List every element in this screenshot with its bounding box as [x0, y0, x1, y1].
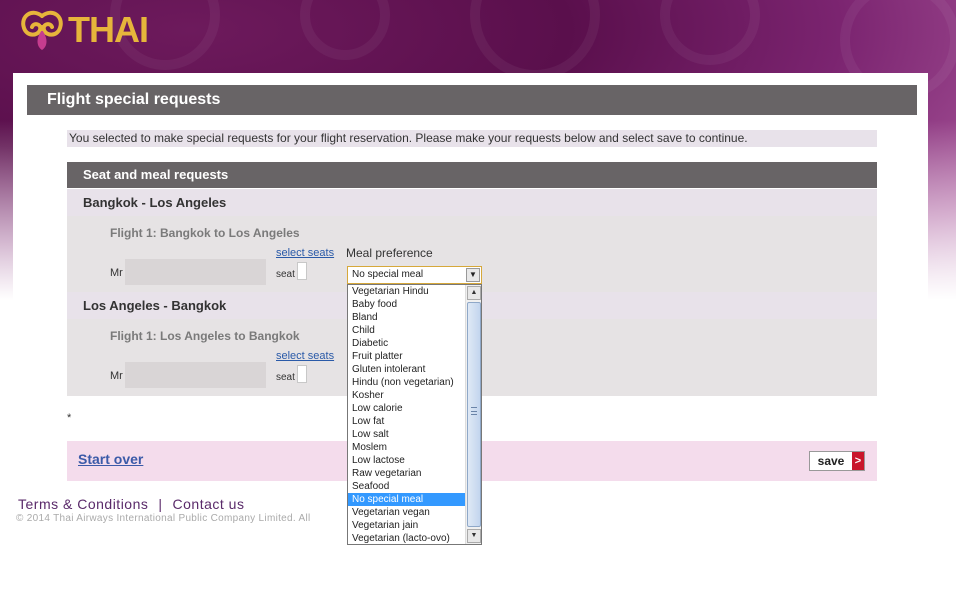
meal-option[interactable]: Low salt [348, 428, 466, 441]
thai-orchid-logo-icon [21, 10, 63, 50]
flight-name: Flight 1: Bangkok to Los Angeles [110, 226, 300, 240]
meal-option[interactable]: Child [348, 324, 466, 337]
meal-option[interactable]: Hindu (non vegetarian) [348, 376, 466, 389]
grip-icon [471, 407, 477, 415]
meal-option[interactable]: Diabetic [348, 337, 466, 350]
meal-options-list[interactable]: Vegetarian Hindu Baby food Bland Child Diabe… [347, 284, 482, 545]
flight-name: Flight 1: Los Angeles to Bangkok [110, 329, 300, 343]
passenger-name-redacted [125, 362, 266, 388]
contact-link[interactable]: Contact us [173, 496, 245, 512]
meal-preference-select[interactable]: No special meal ▼ [347, 266, 482, 284]
section-header: Seat and meal requests [67, 162, 877, 188]
meal-select-value: No special meal [352, 269, 424, 280]
passenger-name-redacted [125, 259, 266, 285]
start-over-link[interactable]: Start over [78, 451, 143, 467]
meal-options: Vegetarian Hindu Baby food Bland Child Diabe… [348, 285, 466, 545]
meal-preference-label: Meal preference [346, 246, 433, 260]
meal-option[interactable]: Vegetarian jain [348, 519, 466, 532]
passenger-title: Mr [110, 267, 123, 279]
seat-label: seat [276, 269, 295, 280]
meal-option[interactable]: Baby food [348, 298, 466, 311]
meal-option[interactable]: Bland [348, 311, 466, 324]
footer-links: Terms & Conditions | Contact us [18, 496, 244, 512]
listbox-scrollbar[interactable]: ▲ ▼ [465, 285, 481, 544]
meal-option[interactable]: Low fat [348, 415, 466, 428]
chevron-down-icon[interactable]: ▼ [466, 268, 480, 282]
save-button-label: save [817, 454, 845, 468]
seat-label: seat [276, 372, 295, 383]
meal-option[interactable]: Low lactose [348, 454, 466, 467]
terms-link[interactable]: Terms & Conditions [18, 496, 148, 512]
meal-option[interactable]: Raw vegetarian [348, 467, 466, 480]
save-button[interactable]: save > [809, 451, 865, 471]
meal-option[interactable]: Gluten intolerant [348, 363, 466, 376]
meal-option[interactable]: Fruit platter [348, 350, 466, 363]
brand-name: THAI [68, 9, 149, 50]
scroll-down-icon[interactable]: ▼ [467, 529, 481, 543]
meal-option[interactable]: Vegetarian Hindu [348, 285, 466, 298]
footnote-marker: * [67, 412, 72, 424]
page-title: Flight special requests [27, 85, 917, 115]
copyright-text: © 2014 Thai Airways International Public… [16, 513, 311, 524]
intro-text: You selected to make special requests fo… [67, 130, 877, 147]
meal-option[interactable]: Low calorie [348, 402, 466, 415]
select-seats-link[interactable]: select seats [276, 247, 334, 259]
scroll-up-icon[interactable]: ▲ [467, 286, 481, 300]
select-seats-link[interactable]: select seats [276, 350, 334, 362]
seat-field[interactable] [297, 262, 307, 280]
meal-option[interactable]: Seafood [348, 480, 466, 493]
scrollbar-thumb[interactable] [467, 302, 481, 527]
route-header-outbound: Bangkok - Los Angeles [67, 189, 877, 216]
meal-option[interactable]: Kosher [348, 389, 466, 402]
arrow-right-icon: > [852, 452, 864, 470]
brand-logo[interactable]: THAI [18, 8, 149, 52]
meal-option[interactable]: Moslem [348, 441, 466, 454]
footer-separator: | [158, 496, 163, 512]
meal-option[interactable]: No special meal [348, 493, 466, 506]
passenger-title: Mr [110, 370, 123, 382]
seat-field[interactable] [297, 365, 307, 383]
meal-option[interactable]: Vegetarian vegan [348, 506, 466, 519]
meal-option[interactable]: Vegetarian (lacto-ovo) [348, 532, 466, 545]
